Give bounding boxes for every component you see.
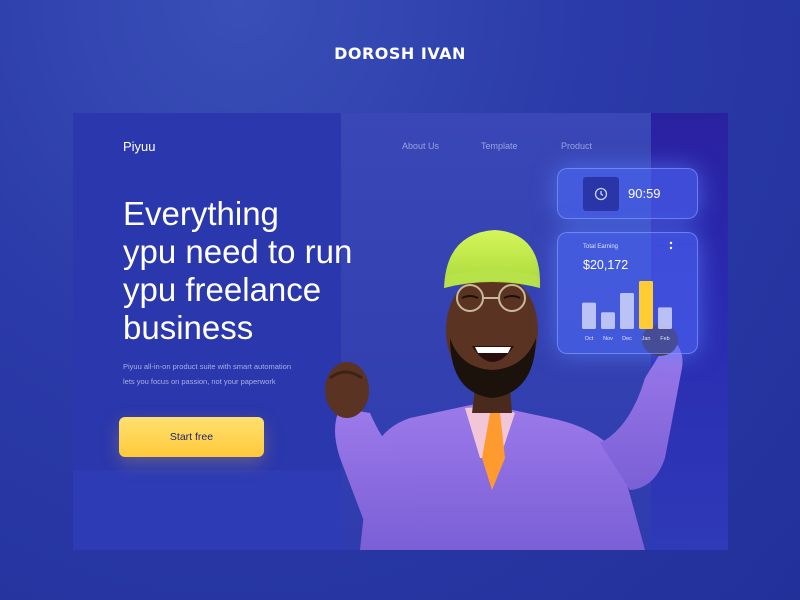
timer-value: 90:59 <box>628 186 661 201</box>
chart-month-label: Jan <box>642 336 651 342</box>
chart-bar <box>601 312 615 329</box>
chart-month-label: Oct <box>585 336 594 342</box>
website-mockup: Piyuu About Us Template Product Everythi… <box>73 113 728 550</box>
chart-bar <box>658 307 672 329</box>
earning-widget[interactable]: Total Earning $20,172 Oct Nov Dec Jan Feb <box>557 232 698 354</box>
start-free-button[interactable]: Start free <box>119 417 264 457</box>
timer-widget[interactable]: 90:59 <box>557 168 698 219</box>
chart-month-label: Nov <box>603 336 613 342</box>
earning-bar-chart: Oct Nov Dec Jan Feb <box>582 281 672 342</box>
nav-product[interactable]: Product <box>561 141 592 151</box>
chart-month-label: Feb <box>660 336 669 342</box>
chart-bar <box>639 281 653 329</box>
earning-title: Total Earning <box>583 244 619 250</box>
chart-bar <box>620 293 634 329</box>
chart-month-label: Dec <box>622 336 632 342</box>
chart-bar <box>582 302 596 329</box>
hero-subtext: Piyuu all-in-on product suite with smart… <box>123 362 291 386</box>
brand-title: DOROSH IVAN <box>334 44 466 63</box>
earning-value: $20,172 <box>583 258 629 272</box>
vertical-dots-icon[interactable] <box>669 241 673 251</box>
nav-template[interactable]: Template <box>481 141 518 151</box>
clock-icon <box>583 177 619 211</box>
nav-about-us[interactable]: About Us <box>402 141 439 151</box>
site-logo[interactable]: Piyuu <box>123 139 156 154</box>
